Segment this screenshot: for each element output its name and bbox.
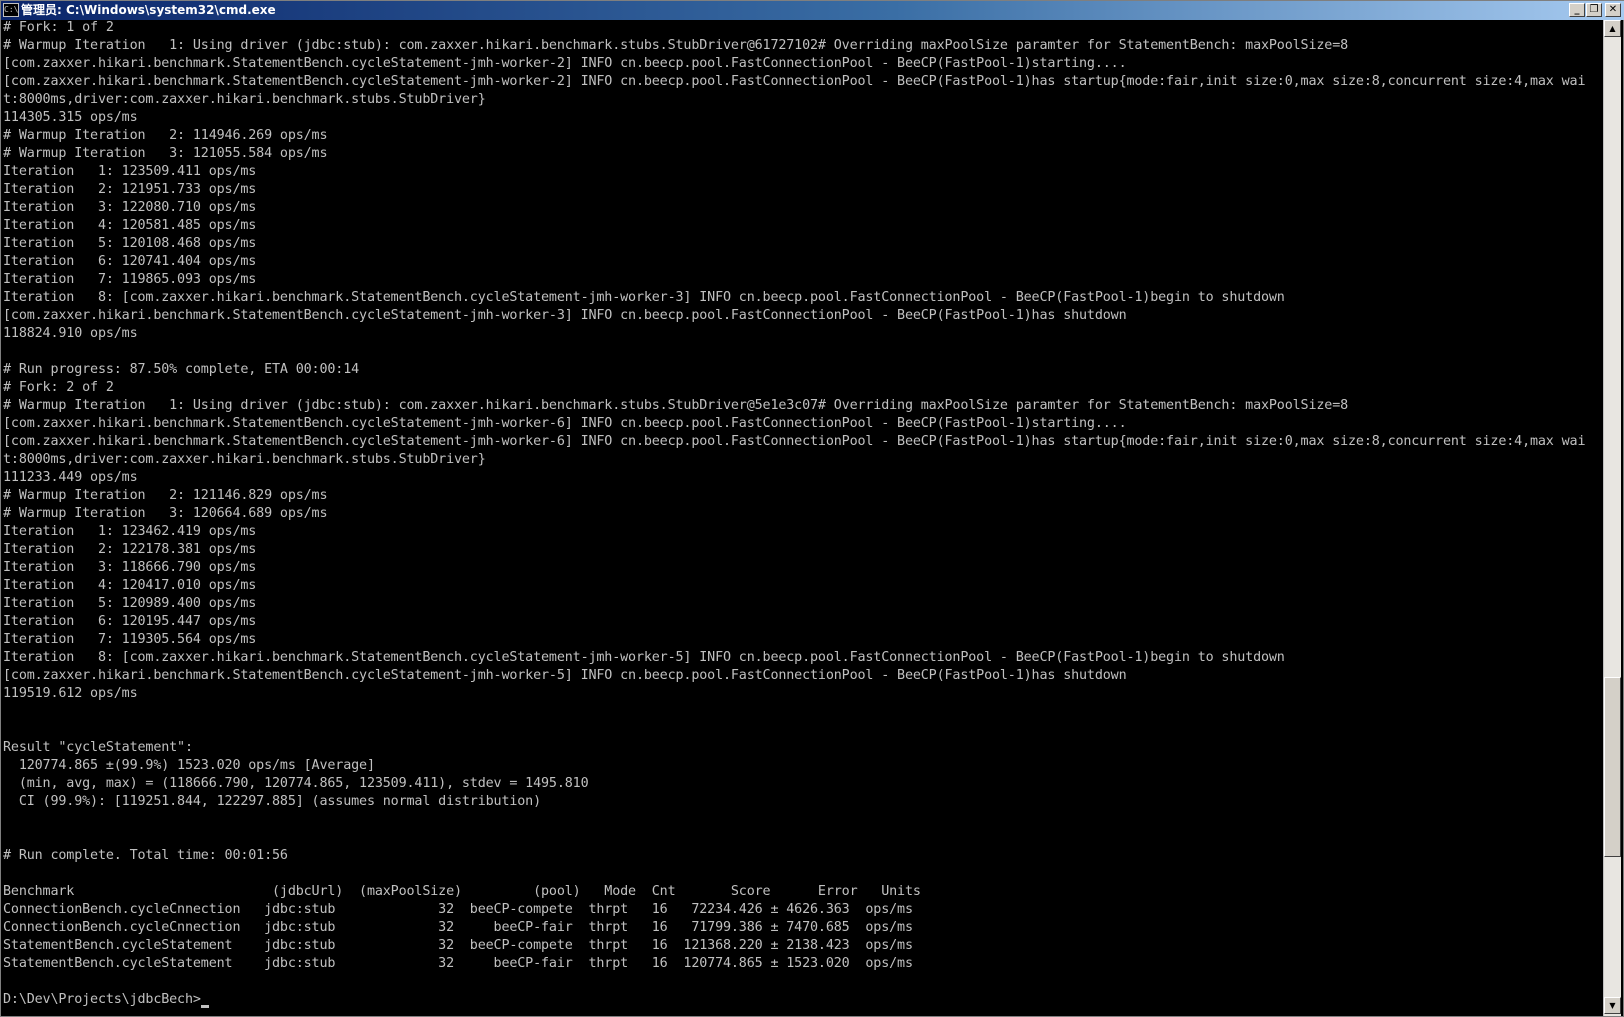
- console-line: # Fork: 1 of 2: [3, 20, 114, 35]
- console-line: [com.zaxxer.hikari.benchmark.StatementBe…: [3, 74, 1586, 89]
- maximize-button[interactable]: ❐: [1586, 3, 1602, 17]
- console-line: Iteration 7: 119305.564 ops/ms: [3, 632, 257, 647]
- console-line: Iteration 4: 120581.485 ops/ms: [3, 218, 257, 233]
- console-line: # Warmup Iteration 3: 121055.584 ops/ms: [3, 146, 328, 161]
- window-title: 管理员: C:\Windows\system32\cmd.exe: [21, 3, 276, 17]
- console-line: StatementBench.cycleStatement jdbc:stub …: [3, 938, 913, 953]
- close-button[interactable]: ✕: [1605, 3, 1621, 17]
- console-line: t:8000ms,driver:com.zaxxer.hikari.benchm…: [3, 92, 486, 107]
- console-line: # Run progress: 87.50% complete, ETA 00:…: [3, 362, 360, 377]
- console-line: Iteration 6: 120741.404 ops/ms: [3, 254, 257, 269]
- console-line: [com.zaxxer.hikari.benchmark.StatementBe…: [3, 416, 1127, 431]
- console-line: # Run complete. Total time: 00:01:56: [3, 848, 288, 863]
- console-line: # Warmup Iteration 1: Using driver (jdbc…: [3, 38, 1349, 53]
- console-line: t:8000ms,driver:com.zaxxer.hikari.benchm…: [3, 452, 486, 467]
- scroll-up-button[interactable]: ▲: [1604, 20, 1621, 37]
- console-line: Iteration 1: 123462.419 ops/ms: [3, 524, 257, 539]
- console-line: Iteration 6: 120195.447 ops/ms: [3, 614, 257, 629]
- cmd-window: C:\ 管理员: C:\Windows\system32\cmd.exe _ ❐…: [0, 0, 1624, 1017]
- console-line: # Warmup Iteration 3: 120664.689 ops/ms: [3, 506, 328, 521]
- title-bar[interactable]: C:\ 管理员: C:\Windows\system32\cmd.exe _ ❐…: [1, 1, 1624, 20]
- scroll-down-button[interactable]: ▼: [1604, 997, 1621, 1014]
- cmd-icon[interactable]: C:\: [3, 3, 19, 17]
- console-line: Iteration 1: 123509.411 ops/ms: [3, 164, 257, 179]
- scroll-thumb[interactable]: [1604, 676, 1621, 857]
- console-line: ConnectionBench.cycleCnnection jdbc:stub…: [3, 902, 913, 917]
- console-line: # Warmup Iteration 2: 121146.829 ops/ms: [3, 488, 328, 503]
- console-line: Iteration 4: 120417.010 ops/ms: [3, 578, 257, 593]
- console-line: [com.zaxxer.hikari.benchmark.StatementBe…: [3, 56, 1127, 71]
- console-line: Iteration 8: [com.zaxxer.hikari.benchmar…: [3, 650, 1285, 665]
- console-line: [com.zaxxer.hikari.benchmark.StatementBe…: [3, 434, 1586, 449]
- console-line: CI (99.9%): [119251.844, 122297.885] (as…: [3, 794, 542, 809]
- console-line: # Warmup Iteration 1: Using driver (jdbc…: [3, 398, 1349, 413]
- console-line: # Fork: 2 of 2: [3, 380, 114, 395]
- text-cursor: [200, 1005, 209, 1008]
- console-output[interactable]: # Fork: 1 of 2 # Warmup Iteration 1: Usin…: [2, 20, 1602, 1016]
- console-line: Iteration 3: 118666.790 ops/ms: [3, 560, 257, 575]
- console-line: StatementBench.cycleStatement jdbc:stub …: [3, 956, 913, 971]
- console-line: ConnectionBench.cycleCnnection jdbc:stub…: [3, 920, 913, 935]
- console-line: 114305.315 ops/ms: [3, 110, 138, 125]
- console-line: (min, avg, max) = (118666.790, 120774.86…: [3, 776, 589, 791]
- console-line: [com.zaxxer.hikari.benchmark.StatementBe…: [3, 668, 1127, 683]
- console-line: 118824.910 ops/ms: [3, 326, 138, 341]
- console-line: [com.zaxxer.hikari.benchmark.StatementBe…: [3, 308, 1127, 323]
- command-prompt: D:\Dev\Projects\jdbcBech>: [3, 991, 209, 1009]
- vertical-scrollbar[interactable]: ▲ ▼: [1603, 20, 1621, 1016]
- minimize-button[interactable]: _: [1569, 3, 1585, 17]
- console-line: 120774.865 ±(99.9%) 1523.020 ops/ms [Ave…: [3, 758, 375, 773]
- console-line: Iteration 5: 120108.468 ops/ms: [3, 236, 257, 251]
- console-line: Benchmark (jdbcUrl) (maxPoolSize) (pool)…: [3, 884, 921, 899]
- console-line: 119519.612 ops/ms: [3, 686, 138, 701]
- console-line: Result "cycleStatement":: [3, 740, 193, 755]
- console-line: Iteration 5: 120989.400 ops/ms: [3, 596, 257, 611]
- console-line: Iteration 2: 122178.381 ops/ms: [3, 542, 257, 557]
- console-line: Iteration 2: 121951.733 ops/ms: [3, 182, 257, 197]
- console-line: # Warmup Iteration 2: 114946.269 ops/ms: [3, 128, 328, 143]
- console-line: 111233.449 ops/ms: [3, 470, 138, 485]
- console-line: Iteration 8: [com.zaxxer.hikari.benchmar…: [3, 290, 1285, 305]
- console-line: Iteration 7: 119865.093 ops/ms: [3, 272, 257, 287]
- console-line: Iteration 3: 122080.710 ops/ms: [3, 200, 257, 215]
